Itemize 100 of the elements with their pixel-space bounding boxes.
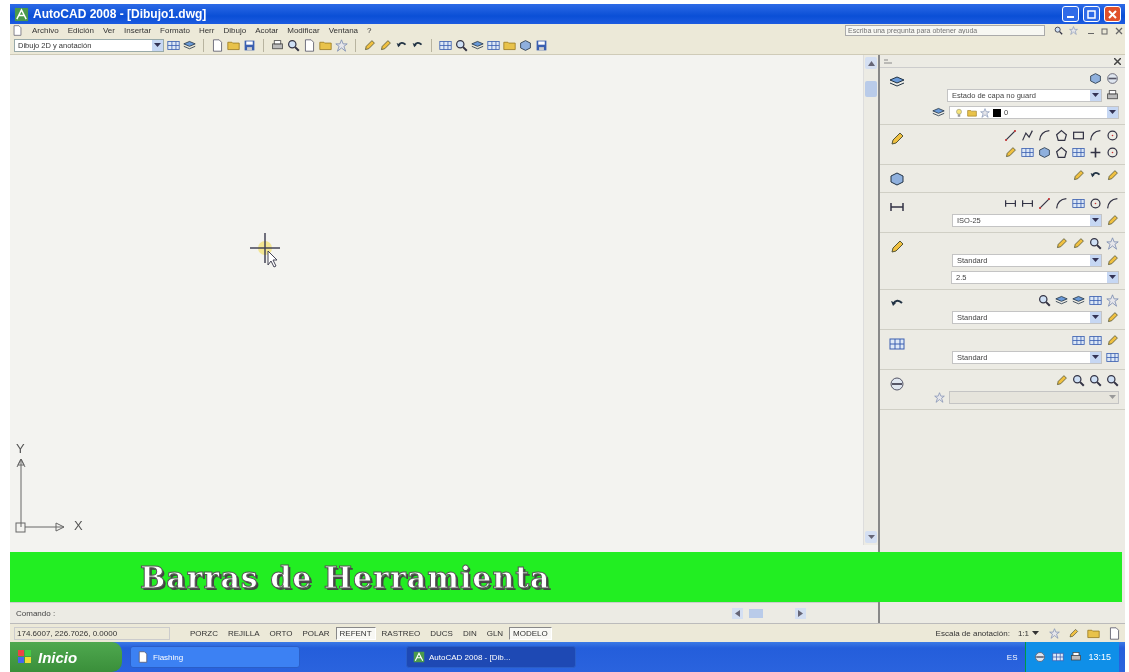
taskbar-button[interactable]: AutoCAD 2008 - [Dib... (406, 646, 576, 668)
scrollbar-thumb[interactable] (865, 81, 877, 97)
polyline-icon[interactable] (1021, 129, 1034, 142)
menu-item[interactable]: Archivo (32, 26, 59, 35)
grid-icon[interactable] (1089, 294, 1102, 307)
scroll-right-button[interactable] (795, 607, 806, 619)
line-icon[interactable] (1004, 129, 1017, 142)
new-document-icon[interactable] (211, 39, 224, 52)
minimize-button[interactable] (1062, 6, 1079, 22)
line-icon[interactable] (1038, 197, 1051, 210)
menu-item[interactable]: Ver (102, 26, 115, 35)
dimension-icon[interactable] (1004, 197, 1017, 210)
magnifier-icon[interactable] (1089, 237, 1102, 250)
layers-icon[interactable] (1072, 294, 1085, 307)
tray-icon[interactable] (1070, 651, 1083, 663)
status-toggle[interactable]: DIN (458, 626, 481, 640)
cube-icon[interactable] (519, 39, 532, 52)
menu-item[interactable]: Formato (160, 26, 190, 35)
dimension-icon[interactable] (1021, 197, 1034, 210)
star-icon[interactable] (335, 39, 348, 52)
arc-icon[interactable] (1106, 197, 1119, 210)
status-toggle[interactable]: POLAR (298, 626, 334, 640)
circle-icon[interactable] (1106, 129, 1119, 142)
menu-item[interactable]: Herr (198, 26, 215, 35)
folder-icon[interactable] (503, 39, 516, 52)
menu-item[interactable]: ? (367, 26, 372, 35)
scroll-up-button[interactable] (865, 57, 877, 69)
vertical-scrollbar[interactable] (863, 55, 878, 545)
magnifier-icon[interactable] (1106, 374, 1119, 387)
pencil-icon[interactable] (1106, 334, 1119, 347)
magnifier-icon[interactable] (1072, 374, 1085, 387)
close-button[interactable] (1104, 6, 1121, 22)
menu-item[interactable]: Insertar (123, 26, 152, 35)
app-logo-icon[interactable] (14, 6, 29, 22)
close-icon[interactable] (1114, 57, 1121, 65)
pencil-icon[interactable] (1106, 254, 1119, 267)
palette-grip-icon[interactable] (884, 58, 892, 64)
pencil-icon[interactable] (1072, 237, 1085, 250)
star-icon[interactable] (1106, 294, 1119, 307)
search-icon[interactable] (1054, 26, 1063, 35)
table-icon[interactable] (1072, 334, 1085, 347)
scroll-thumb[interactable] (749, 608, 763, 618)
language-indicator[interactable]: ES (1006, 652, 1018, 662)
menu-item[interactable]: Acotar (255, 26, 279, 35)
rectangle-icon[interactable] (1072, 129, 1085, 142)
table-icon[interactable] (889, 336, 905, 352)
taskbar-button[interactable]: Flashing (130, 646, 300, 668)
menu-item[interactable]: Dibujo (223, 26, 247, 35)
star-icon[interactable] (934, 392, 945, 403)
status-toggle[interactable]: RASTREO (377, 626, 425, 640)
scroll-left-button[interactable] (732, 607, 743, 619)
pencil-icon[interactable] (363, 39, 376, 52)
pencil-icon[interactable] (1068, 627, 1079, 639)
menu-item[interactable]: Ventana (328, 26, 359, 35)
menu-item[interactable]: Modificar (287, 26, 320, 35)
star-icon[interactable] (1106, 237, 1119, 250)
table-icon[interactable] (1072, 146, 1085, 159)
layers-icon[interactable] (471, 39, 484, 52)
circle-icon[interactable] (1089, 197, 1102, 210)
point-icon[interactable] (1089, 146, 1102, 159)
status-toggle[interactable]: PORZC (186, 626, 222, 640)
status-toggle[interactable]: DUCS (426, 626, 457, 640)
pencil-icon[interactable] (1106, 311, 1119, 324)
status-toggle[interactable]: ORTO (265, 626, 297, 640)
arc-icon[interactable] (1038, 129, 1051, 142)
star-icon[interactable] (1069, 26, 1078, 35)
pencil-icon[interactable] (1106, 214, 1119, 227)
status-toggle[interactable]: REJILLA (224, 626, 264, 640)
annotation-scale-dropdown[interactable]: 1:1 (1017, 628, 1039, 638)
folder-icon[interactable] (227, 39, 240, 52)
status-toggle[interactable]: REFENT (335, 626, 376, 640)
start-button[interactable]: Inicio (10, 642, 122, 672)
grid-icon[interactable] (1072, 197, 1085, 210)
restore-icon[interactable] (1101, 26, 1109, 35)
tray-icon[interactable] (1052, 651, 1065, 663)
pencil-icon[interactable] (1072, 169, 1085, 182)
grid-icon[interactable] (439, 39, 452, 52)
pencil-icon[interactable] (1055, 237, 1068, 250)
polygon-icon[interactable] (1055, 129, 1068, 142)
tray-icon[interactable] (1034, 651, 1047, 663)
folder-icon[interactable] (319, 39, 332, 52)
magnifier-icon[interactable] (1038, 294, 1051, 307)
grid-icon[interactable] (1106, 351, 1119, 364)
polygon-icon[interactable] (1055, 146, 1068, 159)
scroll-down-button[interactable] (865, 531, 877, 543)
layers-icon[interactable] (1055, 294, 1068, 307)
close-icon[interactable] (1115, 26, 1123, 35)
status-toggle[interactable]: GLN (482, 626, 508, 640)
app-icon[interactable] (137, 651, 149, 663)
grid-icon[interactable] (167, 39, 180, 52)
maximize-button[interactable] (1083, 6, 1100, 22)
pencil-icon[interactable] (1055, 374, 1068, 387)
magnifier-icon[interactable] (455, 39, 468, 52)
arc-icon[interactable] (1055, 197, 1068, 210)
menu-item[interactable]: Edición (67, 26, 94, 35)
printer-icon[interactable] (271, 39, 284, 52)
new-document-icon[interactable] (303, 39, 316, 52)
grid-icon[interactable] (487, 39, 500, 52)
arc-icon[interactable] (1089, 129, 1102, 142)
pencil-icon[interactable] (1106, 169, 1119, 182)
